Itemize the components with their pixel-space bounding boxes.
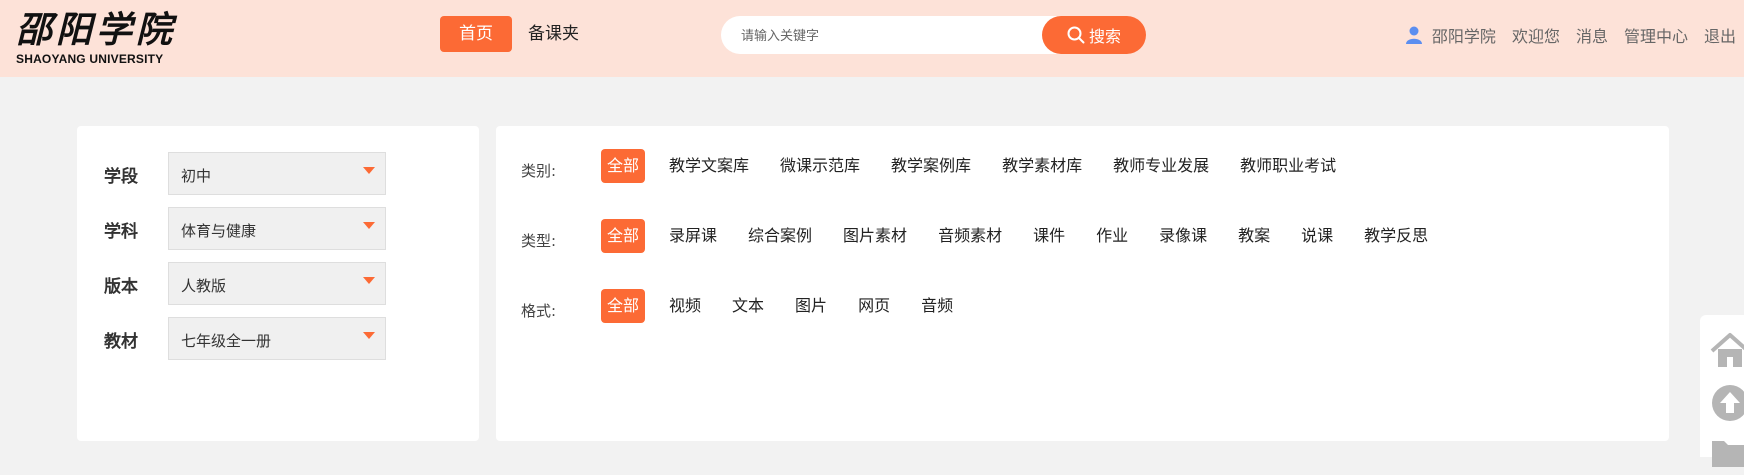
dropdown-arrow-icon <box>363 222 375 229</box>
dropdown-arrow-icon <box>363 167 375 174</box>
side-toolbar <box>1700 315 1744 467</box>
edition-select[interactable]: 人教版 <box>168 262 386 305</box>
tag-item[interactable]: 教师职业考试 <box>1240 149 1336 183</box>
header: 邵阳学院 SHAOYANG UNIVERSITY 首页 备课夹 搜索 邵阳学院 … <box>0 0 1744 77</box>
category-panel: 类别: 全部 教学文案库 微课示范库 教学案例库 教学素材库 教师专业发展 教师… <box>496 126 1669 441</box>
tag-item[interactable]: 综合案例 <box>748 219 812 253</box>
category-row-kind: 类型: 全部 录屏课 综合案例 图片素材 音频素材 课件 作业 录像课 教案 说… <box>496 218 1669 254</box>
category-items: 全部 视频 文本 图片 网页 音频 <box>601 288 984 324</box>
tag-item[interactable]: 图片 <box>795 289 827 323</box>
user-area: 邵阳学院 欢迎您 消息 管理中心 退出 <box>1404 20 1736 50</box>
category-items: 全部 教学文案库 微课示范库 教学案例库 教学素材库 教师专业发展 教师职业考试 <box>601 148 1367 184</box>
tag-item[interactable]: 网页 <box>858 289 890 323</box>
search-button-label: 搜索 <box>1088 27 1121 46</box>
user-school-name[interactable]: 邵阳学院 <box>1432 23 1496 47</box>
tag-item[interactable]: 教学案例库 <box>891 149 971 183</box>
tag-all[interactable]: 全部 <box>601 289 646 323</box>
filter-row-subject: 学科 体育与健康 <box>77 207 479 251</box>
filter-label: 学科 <box>104 222 138 242</box>
tag-item[interactable]: 录像课 <box>1159 219 1207 253</box>
logo-text-en: SHAOYANG UNIVERSITY <box>16 52 164 66</box>
folder-icon[interactable] <box>1708 431 1744 475</box>
tag-all[interactable]: 全部 <box>601 149 646 183</box>
tag-item[interactable]: 视频 <box>669 289 701 323</box>
arrow-up-icon[interactable] <box>1708 381 1744 425</box>
tag-item[interactable]: 教学素材库 <box>1002 149 1082 183</box>
select-value: 体育与健康 <box>181 222 257 240</box>
tag-all[interactable]: 全部 <box>601 219 646 253</box>
select-value: 初中 <box>181 167 212 185</box>
category-label: 类别: <box>521 162 557 180</box>
select-value: 人教版 <box>181 277 227 295</box>
home-icon[interactable] <box>1708 329 1744 373</box>
search-icon <box>1067 26 1085 44</box>
subject-select[interactable]: 体育与健康 <box>168 207 386 250</box>
tag-item[interactable]: 录屏课 <box>669 219 717 253</box>
nav-home-button[interactable]: 首页 <box>440 16 512 52</box>
filter-label: 教材 <box>104 332 138 352</box>
search-button[interactable]: 搜索 <box>1042 16 1146 54</box>
tag-item[interactable]: 微课示范库 <box>780 149 860 183</box>
tag-item[interactable]: 文本 <box>732 289 764 323</box>
dropdown-arrow-icon <box>363 277 375 284</box>
tag-item[interactable]: 作业 <box>1096 219 1128 253</box>
tag-item[interactable]: 课件 <box>1033 219 1065 253</box>
search-input[interactable] <box>741 16 1031 54</box>
logout-link[interactable]: 退出 <box>1704 23 1736 47</box>
filter-row-stage: 学段 初中 <box>77 152 479 196</box>
tag-item[interactable]: 教师专业发展 <box>1113 149 1209 183</box>
tag-item[interactable]: 图片素材 <box>843 219 907 253</box>
select-value: 七年级全一册 <box>181 332 272 350</box>
messages-link[interactable]: 消息 <box>1576 23 1608 47</box>
filter-row-textbook: 教材 七年级全一册 <box>77 317 479 361</box>
filter-label: 学段 <box>104 167 138 187</box>
category-row-format: 格式: 全部 视频 文本 图片 网页 音频 <box>496 288 1669 324</box>
filter-row-edition: 版本 人教版 <box>77 262 479 306</box>
filter-panel: 学段 初中 学科 体育与健康 版本 人教版 教材 七年级全一册 <box>77 126 479 441</box>
search-bar: 搜索 <box>721 16 1146 54</box>
nav-lesson-folder-link[interactable]: 备课夹 <box>528 16 579 52</box>
tag-item[interactable]: 教学反思 <box>1364 219 1428 253</box>
tag-item[interactable]: 教案 <box>1238 219 1270 253</box>
category-items: 全部 录屏课 综合案例 图片素材 音频素材 课件 作业 录像课 教案 说课 教学… <box>601 218 1459 254</box>
tag-item[interactable]: 音频素材 <box>938 219 1002 253</box>
dropdown-arrow-icon <box>363 332 375 339</box>
welcome-text: 欢迎您 <box>1511 27 1560 46</box>
category-label: 格式: <box>521 302 557 320</box>
tag-item[interactable]: 教学文案库 <box>669 149 749 183</box>
tag-item[interactable]: 说课 <box>1301 219 1333 253</box>
admin-center-link[interactable]: 管理中心 <box>1624 23 1688 47</box>
user-icon <box>1405 26 1422 44</box>
logo-text-cn: 邵阳学院 <box>16 9 177 51</box>
stage-select[interactable]: 初中 <box>168 152 386 195</box>
tag-item[interactable]: 音频 <box>921 289 953 323</box>
logo[interactable]: 邵阳学院 SHAOYANG UNIVERSITY <box>16 10 186 70</box>
category-label: 类型: <box>521 232 557 250</box>
textbook-select[interactable]: 七年级全一册 <box>168 317 386 360</box>
category-row-type: 类别: 全部 教学文案库 微课示范库 教学案例库 教学素材库 教师专业发展 教师… <box>496 148 1669 184</box>
filter-label: 版本 <box>104 277 138 297</box>
